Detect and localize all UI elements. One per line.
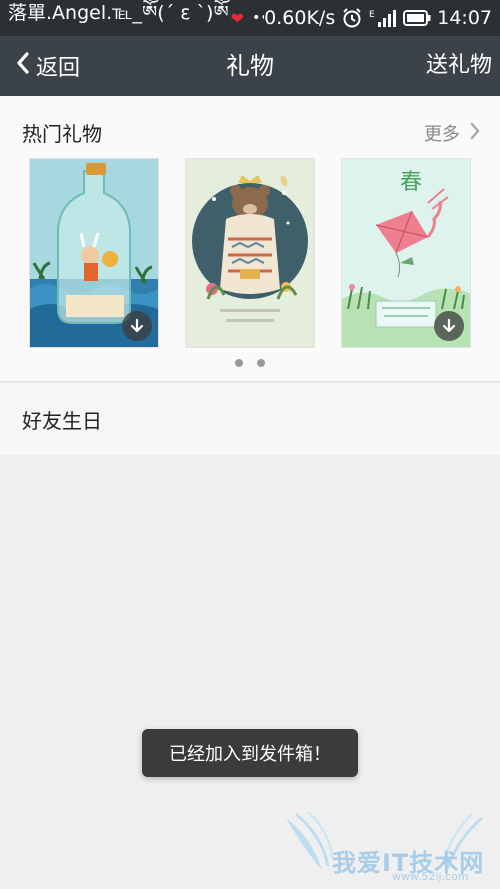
pager-dot[interactable] xyxy=(235,359,243,367)
network-speed: 0.60K/s xyxy=(264,7,336,29)
pager-dot[interactable] xyxy=(257,359,265,367)
toast-message: 已经加入到发件箱！ xyxy=(142,729,358,777)
hot-gifts-section: 热门礼物 更多 春 xyxy=(0,96,500,382)
status-right: 0.60K/s E 14:07 xyxy=(264,7,492,29)
battery-icon xyxy=(403,10,431,26)
friends-birthday-section[interactable]: 好友生日 xyxy=(0,383,500,455)
signal-icon: E xyxy=(369,8,397,28)
gift-card[interactable] xyxy=(30,159,158,347)
gift-card-carousel: 春 xyxy=(0,159,500,347)
status-bar: 落單.Angel.℡_ༀ(ˊ ε ˋ)ༀ ❤ ••• 0.60K/s E 14:… xyxy=(0,0,500,36)
carousel-pager xyxy=(0,359,500,367)
more-link[interactable]: 更多 xyxy=(424,120,480,146)
download-icon[interactable] xyxy=(122,311,152,341)
chevron-right-icon xyxy=(470,122,480,145)
bear-illustration xyxy=(186,159,314,347)
heart-icon: ❤ xyxy=(230,8,245,28)
more-label: 更多 xyxy=(424,124,460,145)
watermark-url: www.52ij.com xyxy=(392,870,469,883)
status-dots: ••• xyxy=(252,10,264,26)
svg-text:E: E xyxy=(369,10,375,20)
chevron-left-icon xyxy=(16,52,30,80)
nav-bar: 返回 礼物 送礼物 xyxy=(0,36,500,96)
back-label: 返回 xyxy=(36,56,81,81)
watermark-logo: 我爱IT技术网 www.52ij.com xyxy=(282,808,492,886)
download-icon[interactable] xyxy=(434,311,464,341)
section-title-hot-gifts: 热门礼物 xyxy=(22,122,102,146)
section-title-friends-birthday: 好友生日 xyxy=(22,409,102,433)
clock-time: 14:07 xyxy=(437,7,492,29)
gift-card[interactable]: 春 xyxy=(342,159,470,347)
back-button[interactable]: 返回 xyxy=(16,36,80,96)
gift-card[interactable] xyxy=(186,159,314,347)
alarm-clock-icon xyxy=(341,7,363,29)
send-gift-button[interactable]: 送礼物 xyxy=(426,36,492,96)
card-spring-title: 春 xyxy=(400,170,422,195)
